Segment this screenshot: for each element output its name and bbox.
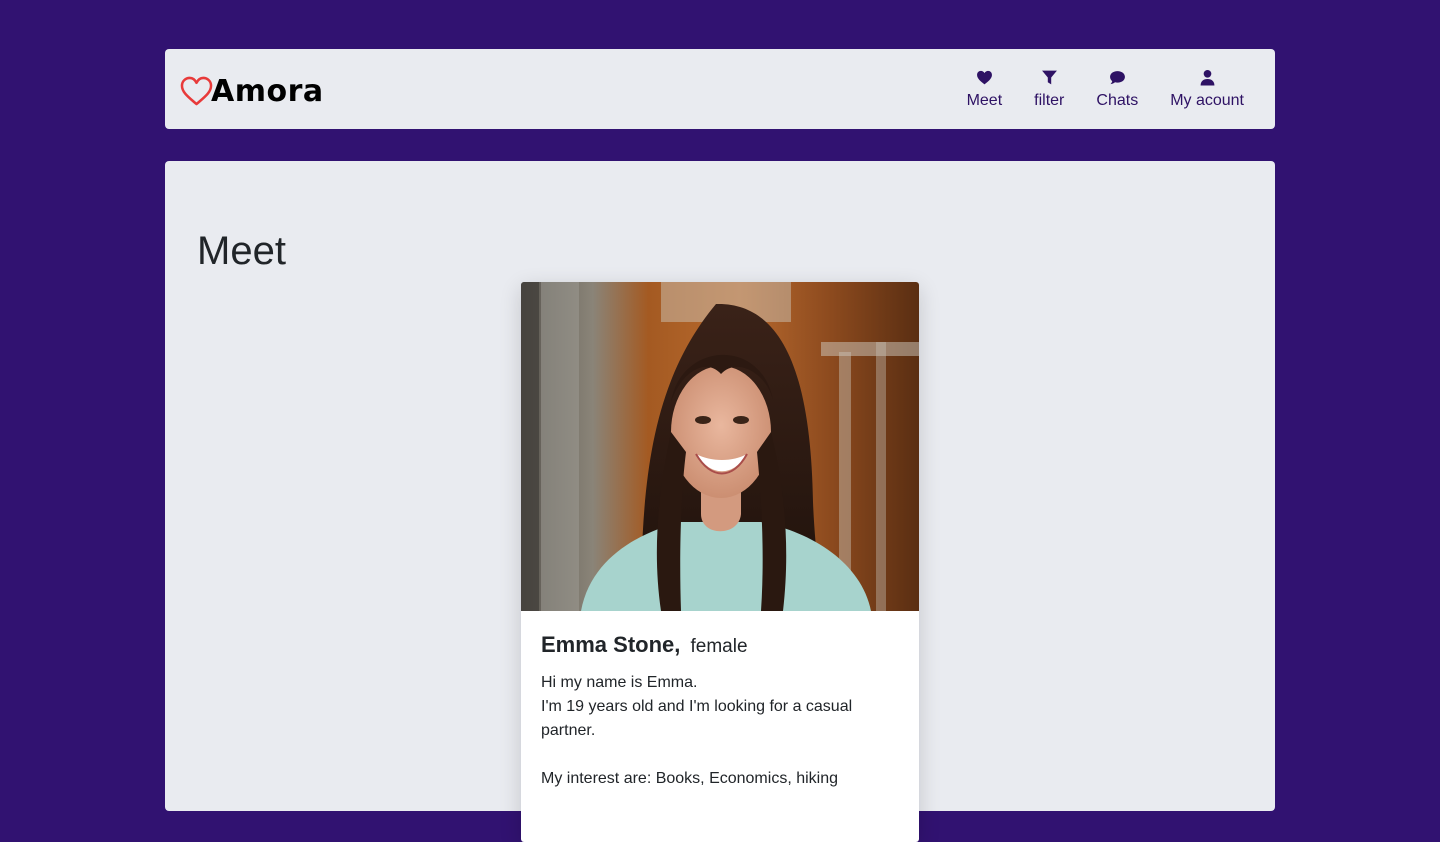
main-nav: Meet filter Chats My acount — [951, 69, 1260, 117]
profile-gender: female — [690, 636, 748, 657]
profile-interests: My interest are: Books, Economics, hikin… — [541, 770, 839, 787]
profile-bio-line1: Hi my name is Emma. — [541, 674, 698, 691]
profile-photo — [521, 282, 919, 611]
navbar: Amora Meet filter Chats My acount — [165, 49, 1275, 129]
brand-logo[interactable]: Amora — [180, 76, 324, 107]
nav-label-my-account: My acount — [1170, 92, 1244, 109]
user-icon — [1199, 69, 1216, 86]
heart-logo-icon — [180, 76, 213, 106]
page-title: Meet — [197, 229, 286, 273]
heart-icon — [976, 69, 993, 86]
profile-card-body: Emma Stone, female Hi my name is Emma. I… — [521, 611, 919, 791]
profile-bio: Hi my name is Emma. I'm 19 years old and… — [541, 671, 899, 791]
nav-label-filter: filter — [1034, 92, 1065, 109]
brand-name: Amora — [211, 73, 324, 109]
nav-label-chats: Chats — [1096, 92, 1139, 109]
nav-item-my-account[interactable]: My acount — [1154, 69, 1260, 117]
main-panel: Meet Emma Stone, female Hi my name is Em… — [165, 161, 1275, 842]
profile-name-line: Emma Stone, female — [541, 631, 899, 661]
nav-item-meet[interactable]: Meet — [951, 69, 1019, 117]
nav-label-meet: Meet — [966, 92, 1003, 109]
nav-item-chats[interactable]: Chats — [1080, 69, 1154, 117]
nav-item-filter[interactable]: filter — [1018, 69, 1080, 117]
filter-icon — [1041, 69, 1058, 86]
profile-card: Emma Stone, female Hi my name is Emma. I… — [521, 282, 919, 842]
chat-bubble-icon — [1109, 69, 1126, 86]
profile-bio-line2: I'm 19 years old and I'm looking for a c… — [541, 698, 853, 739]
bio-spacer — [541, 743, 899, 767]
profile-name: Emma Stone, — [541, 632, 681, 657]
